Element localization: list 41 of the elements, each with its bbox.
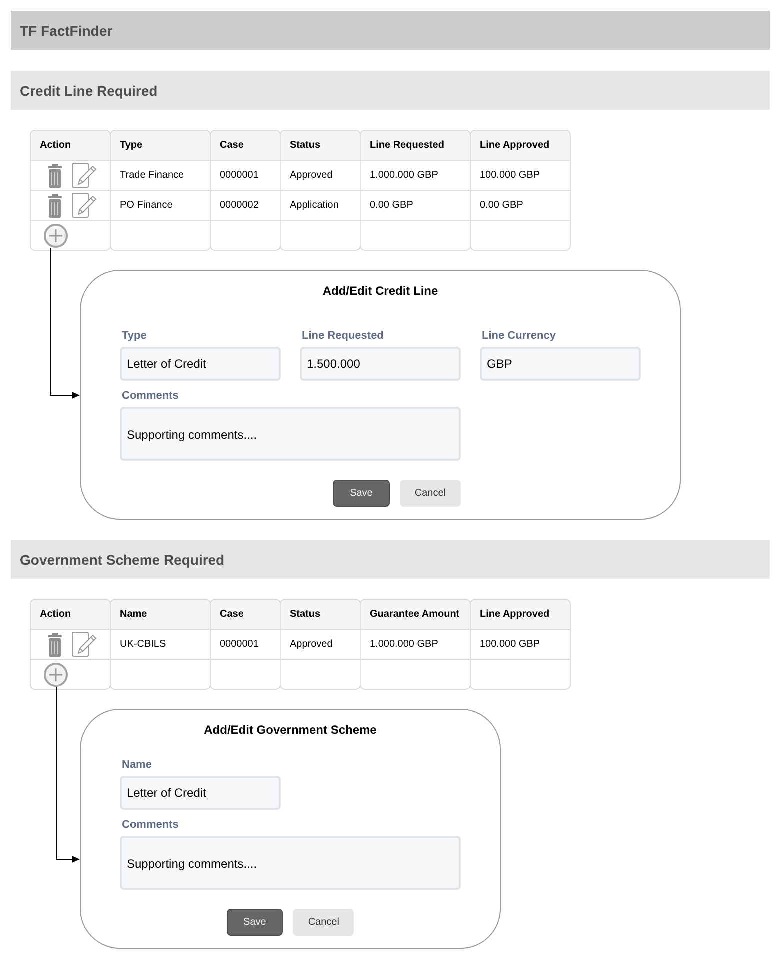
column-header: Status: [280, 599, 361, 630]
edit-icon[interactable]: [72, 163, 97, 188]
trash-icon[interactable]: [47, 164, 63, 188]
trash-icon[interactable]: [47, 194, 63, 218]
column-header: Case: [210, 599, 281, 630]
input-field[interactable]: 1.500.000: [300, 347, 461, 381]
column-header: Type: [110, 130, 211, 161]
comments-field[interactable]: Supporting comments....: [120, 836, 461, 890]
column-header: Action: [30, 599, 111, 630]
field-label: Name: [121, 759, 152, 772]
trash-icon[interactable]: [47, 632, 63, 656]
column-header: Name: [110, 599, 211, 630]
input-field[interactable]: Letter of Credit: [120, 776, 281, 810]
add-icon[interactable]: [44, 224, 68, 248]
edit-icon[interactable]: [72, 632, 97, 657]
cancel-button[interactable]: Cancel: [400, 480, 461, 507]
field-label: Type: [121, 330, 147, 343]
dialog-title: Add/Edit Government Scheme: [203, 723, 378, 738]
column-header: Action: [30, 130, 111, 161]
field-label: Line Currency: [481, 330, 556, 343]
save-button[interactable]: Save: [333, 480, 390, 507]
column-header: Line Requested: [360, 130, 471, 161]
edit-icon[interactable]: [72, 193, 97, 218]
field-label: Comments: [121, 819, 180, 832]
add-icon[interactable]: [44, 662, 68, 686]
column-header: Case: [210, 130, 281, 161]
save-button[interactable]: Save: [226, 909, 284, 936]
field-label: Line Requested: [301, 330, 384, 343]
column-header: Status: [280, 130, 361, 161]
input-field[interactable]: Letter of Credit: [120, 347, 281, 381]
column-header: Guarantee Amount: [360, 599, 471, 630]
app-title-bar: TF FactFinder: [11, 11, 770, 50]
comments-field[interactable]: Supporting comments....: [120, 407, 461, 461]
column-header: Line Approved: [470, 130, 571, 161]
field-label: Comments: [121, 390, 180, 403]
dialog-title: Add/Edit Credit Line: [322, 284, 440, 299]
column-header: Line Approved: [470, 599, 571, 630]
input-field[interactable]: GBP: [480, 347, 641, 381]
cancel-button[interactable]: Cancel: [293, 909, 354, 936]
section-header: Credit Line Required: [11, 71, 770, 110]
section-header: Government Scheme Required: [11, 540, 770, 579]
